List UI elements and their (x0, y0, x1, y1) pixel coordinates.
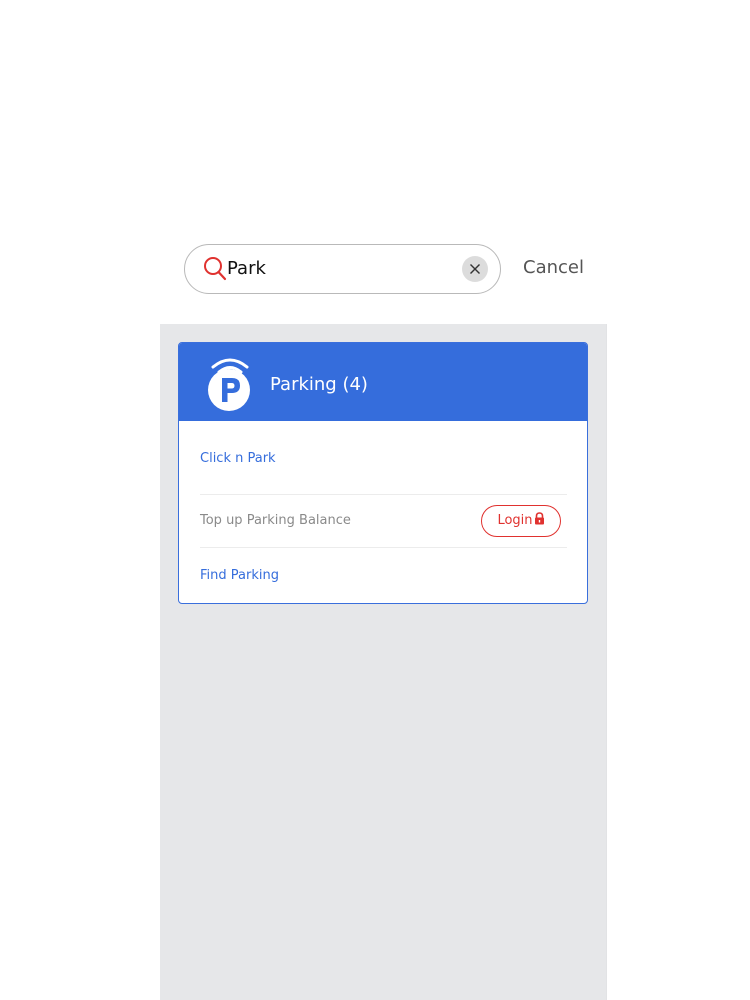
item-label: Click n Park (200, 451, 276, 466)
search-input[interactable]: Park (184, 244, 501, 294)
search-bar: Park Cancel (160, 220, 607, 324)
clear-search-button[interactable] (462, 256, 488, 282)
item-label: Find Parking (200, 568, 279, 583)
category-title: Parking (4) (270, 374, 368, 395)
search-screen: Park Cancel Parking (4) Click n Park Top… (160, 220, 607, 1000)
search-icon (203, 256, 227, 282)
item-label: Top up Parking Balance (200, 513, 351, 528)
category-item-list: Click n Park Top up Parking Balance Logi… (200, 423, 567, 603)
card-header[interactable]: Parking (4) (179, 343, 587, 421)
parking-wifi-icon (205, 353, 255, 411)
list-item-find-parking[interactable]: Find Parking (200, 548, 567, 603)
list-item-click-n-park[interactable]: Click n Park (200, 423, 567, 495)
search-query-text: Park (227, 258, 266, 279)
login-label: Login (497, 513, 533, 528)
close-icon (470, 264, 480, 274)
cancel-button[interactable]: Cancel (523, 256, 584, 280)
login-button[interactable]: Login (481, 505, 561, 537)
lock-icon (534, 512, 544, 525)
list-item-top-up-parking-balance: Top up Parking Balance Login (200, 495, 567, 548)
parking-category-card: Parking (4) Click n Park Top up Parking … (178, 342, 588, 604)
